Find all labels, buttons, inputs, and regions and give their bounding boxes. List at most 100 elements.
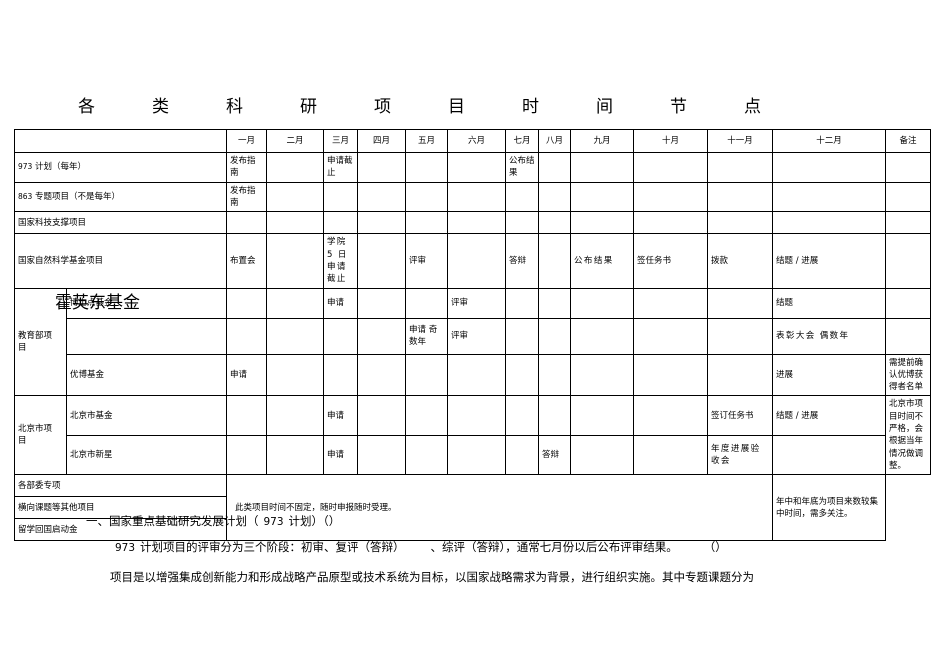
cell-bjjj-jun xyxy=(447,395,507,436)
row-label-973-num: 973 xyxy=(18,162,33,172)
cell-bsd-dec: 结题 xyxy=(772,287,887,319)
table-row: 北京市项目 北京市基金 申请 签订任务书 结题 / 进展 北京市项目时间不严格，… xyxy=(14,395,931,476)
cell-bjjj-jul xyxy=(505,395,540,436)
cell-bjxx-sep xyxy=(570,434,635,476)
cell-support-remark xyxy=(885,211,931,235)
row-label-ministry: 各部委专项 xyxy=(13,474,228,498)
header-cell-jan: 一月 xyxy=(226,129,268,153)
cell-support-jan xyxy=(226,211,268,235)
row-label-bjxx: 北京市新星 xyxy=(65,434,228,476)
cell-support-apr xyxy=(357,211,407,235)
cell-hyd-nov xyxy=(707,317,774,355)
cell-863-apr xyxy=(357,181,407,213)
cell-863-feb xyxy=(266,181,325,213)
title-char-3: 研 xyxy=(300,97,317,117)
table-row: 863 专题项目（不是每年） 发布指南 xyxy=(13,181,931,213)
cell-bsd-jul xyxy=(505,287,540,319)
cell-973-mar: 申请截止 xyxy=(323,152,359,183)
group-label-beijing: 北京市项目 xyxy=(14,395,67,476)
header-cell-remark: 备注 xyxy=(885,129,931,153)
cell-973-jul: 公布结果 xyxy=(505,152,540,183)
cell-973-apr xyxy=(357,152,407,183)
cell-hyd-feb xyxy=(266,317,325,355)
cell-863-oct xyxy=(633,181,709,213)
table-row: 霍英东基金 申请 奇数年 评审 表彰大会 偶数年 xyxy=(15,317,931,355)
cell-support-oct xyxy=(633,211,709,235)
cell-nsfc-oct: 签任务书 xyxy=(633,233,709,289)
cell-nsfc-aug xyxy=(538,233,572,289)
cell-ybjj-dec: 进展 xyxy=(772,353,887,397)
cell-nsfc-apr xyxy=(357,233,407,289)
cell-973-jun xyxy=(447,152,507,183)
page-title: 各类科研项目时间节点 xyxy=(78,92,878,117)
table-header-row: 一月 二月 三月 四月 五月 六月 七月 八月 九月 十月 十一月 十二月 备注 xyxy=(13,129,931,153)
title-char-1: 类 xyxy=(152,97,169,117)
schedule-table: 一月 二月 三月 四月 五月 六月 七月 八月 九月 十月 十一月 十二月 备注… xyxy=(13,129,931,542)
cell-973-aug xyxy=(538,152,572,183)
cell-ybjj-sep xyxy=(570,353,635,397)
cell-bjxx-oct xyxy=(633,434,709,476)
cell-ybjj-oct xyxy=(633,353,709,397)
row-label-863: 863 专题项目（不是每年） xyxy=(13,181,228,213)
cell-nsfc-jun xyxy=(447,233,507,289)
cell-bjxx-feb xyxy=(266,434,325,476)
cell-hyd-mar xyxy=(323,317,359,355)
cell-nsfc-feb xyxy=(266,233,325,289)
cell-973-remark xyxy=(885,152,931,183)
cell-nsfc-may: 评审 xyxy=(405,233,449,289)
paragraph-2-text-a: 计划项目的评审分为三个阶段：初审、复评（答辩） xyxy=(140,540,405,554)
title-char-8: 节 xyxy=(670,97,687,117)
header-cell-nov: 十一月 xyxy=(707,129,774,153)
table-row: 各部委专项 此类项目时间不固定，随时申报随时受理。 年中和年底为项目来数较集中时… xyxy=(13,474,931,542)
row-label-973-text: 计划（每年） xyxy=(35,162,87,173)
title-char-2: 科 xyxy=(226,97,243,117)
group-label-beijing-text: 北京市项目 xyxy=(18,424,53,447)
cell-merged-remark: 年中和年底为项目来数较集中时间，需多关注。 xyxy=(772,474,887,542)
cell-support-nov xyxy=(707,211,774,235)
row-label-support: 国家科技支撑项目 xyxy=(13,211,228,235)
cell-nsfc-remark xyxy=(885,233,931,289)
cell-hyd-sep xyxy=(570,317,635,355)
cell-973-sep xyxy=(570,152,635,183)
cell-hyd-remark xyxy=(885,317,931,355)
cell-973-jan: 发布指南 xyxy=(226,152,268,183)
cell-ybjj-jan: 申请 xyxy=(226,353,268,397)
title-char-7: 间 xyxy=(596,97,613,117)
row-label-hyd: 霍英东基金 xyxy=(65,317,228,355)
heading-1-prefix: 一、国家重点基础研究发展计划（ xyxy=(86,514,259,528)
cell-863-jul xyxy=(505,181,540,213)
cell-support-aug xyxy=(538,211,572,235)
cell-bsd-mar: 申请 xyxy=(323,287,359,319)
header-cell-apr: 四月 xyxy=(357,129,407,153)
header-cell-jun: 六月 xyxy=(447,129,507,153)
row-label-nsfc: 国家自然科学基金项目 xyxy=(13,233,228,289)
cell-hyd-apr xyxy=(357,317,407,355)
cell-hyd-aug xyxy=(538,317,572,355)
paragraph-2-text-b: 、综评（答辩），通常七月份以后公布评审结果。 xyxy=(430,540,678,554)
cell-863-jan: 发布指南 xyxy=(226,181,268,213)
cell-bsd-jan xyxy=(226,287,268,319)
row-label-bsd: 博士点基金 xyxy=(65,287,228,319)
paragraph-heading-1: 一、国家重点基础研究发展计划（ 973 计划）（） xyxy=(86,512,340,531)
cell-bjjj-mar: 申请 xyxy=(323,395,359,436)
row-label-863-text: 专题项目（不是每年） xyxy=(35,191,121,202)
paragraph-3: 项目是以增强集成创新能力和形成战略产品原型或技术系统为目标，以国家战略需求为背景… xyxy=(110,570,754,584)
group-label-moe-text: 教育部项目 xyxy=(18,330,53,353)
cell-nsfc-nov: 拨款 xyxy=(707,233,774,289)
cell-863-jun xyxy=(447,181,507,213)
cell-863-aug xyxy=(538,181,572,213)
cell-nsfc-jul: 答辩 xyxy=(505,233,540,289)
cell-hyd-jun: 评审 xyxy=(447,317,507,355)
cell-support-jul xyxy=(505,211,540,235)
cell-hyd-oct xyxy=(633,317,709,355)
cell-bjjj-remark: 北京市项目时间不严格，会根据当年情况做调整。 xyxy=(885,395,931,476)
cell-ybjj-apr xyxy=(357,353,407,397)
title-char-5: 目 xyxy=(448,97,465,117)
cell-bjjj-apr xyxy=(357,395,407,436)
cell-bsd-sep xyxy=(570,287,635,319)
cell-863-sep xyxy=(570,181,635,213)
cell-bjxx-dec xyxy=(772,434,887,476)
cell-ybjj-nov xyxy=(707,353,774,397)
cell-hyd-jul xyxy=(505,317,540,355)
cell-863-remark xyxy=(885,181,931,213)
